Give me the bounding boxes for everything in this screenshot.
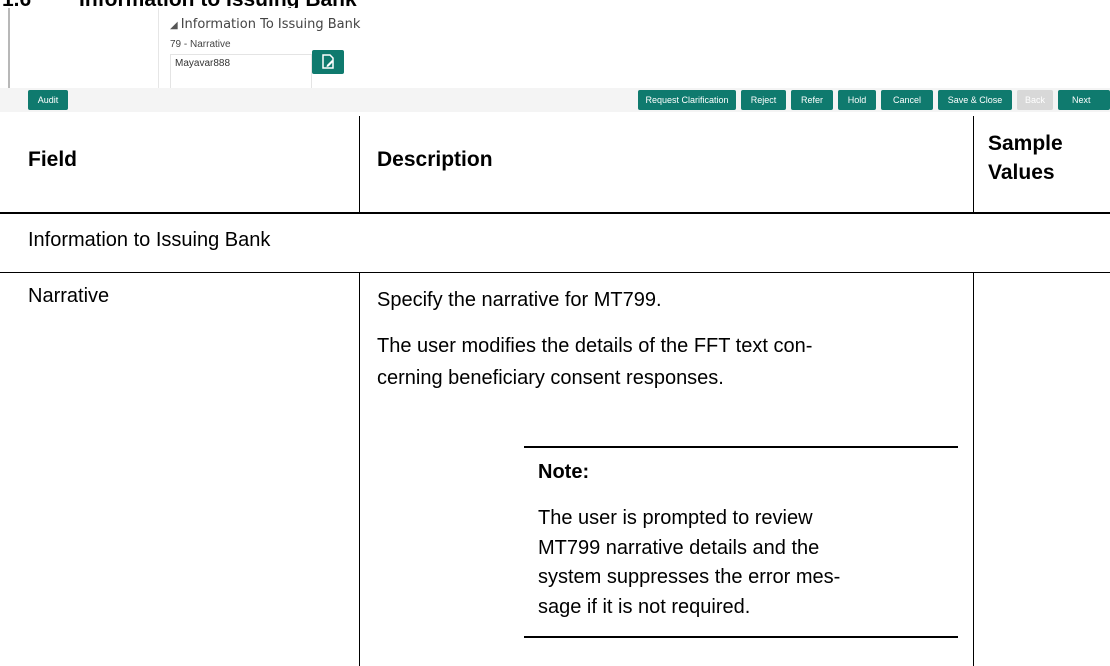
table-divider xyxy=(973,116,974,212)
section-row-label: Information to Issuing Bank xyxy=(28,229,271,251)
note-line: The user is prompted to review xyxy=(538,507,813,529)
note-title: Note: xyxy=(538,461,590,483)
note-top-rule xyxy=(524,446,958,448)
save-close-button[interactable]: Save & Close xyxy=(938,90,1012,110)
refer-button[interactable]: Refer xyxy=(791,90,833,110)
note-bottom-rule xyxy=(524,636,958,638)
description-line: cerning beneficiary consent responses. xyxy=(377,367,724,389)
panel-section-title[interactable]: ◢ Information To Issuing Bank xyxy=(170,17,360,32)
back-button: Back xyxy=(1017,90,1053,110)
hold-button[interactable]: Hold xyxy=(838,90,876,110)
header-sample-values-line1: Sample xyxy=(988,132,1063,155)
audit-button[interactable]: Audit xyxy=(28,90,68,110)
header-description: Description xyxy=(377,148,493,171)
row-field-narrative: Narrative xyxy=(28,285,110,307)
note-line: MT799 narrative details and the xyxy=(538,537,820,559)
app-screenshot: ◢ Information To Issuing Bank 79 - Narrat… xyxy=(0,8,1110,112)
header-field: Field xyxy=(28,148,78,171)
edit-narrative-button[interactable] xyxy=(312,50,344,74)
description-line: The user modifies the details of the FFT… xyxy=(377,335,813,357)
request-clarification-button[interactable]: Request Clarification xyxy=(638,90,736,110)
edit-document-icon xyxy=(322,54,334,69)
header-sample-values-line2: Values xyxy=(988,161,1055,184)
panel-divider xyxy=(8,8,10,88)
next-button[interactable]: Next xyxy=(1058,90,1110,110)
collapse-triangle-icon[interactable]: ◢ xyxy=(170,20,178,31)
table-divider xyxy=(973,273,974,666)
panel-divider-light xyxy=(158,8,159,98)
narrative-field-label: 79 - Narrative xyxy=(170,39,231,50)
cancel-button[interactable]: Cancel xyxy=(881,90,933,110)
note-line: system suppresses the error mes- xyxy=(538,566,841,588)
section-row-rule xyxy=(0,272,1110,273)
reject-button[interactable]: Reject xyxy=(741,90,786,110)
narrative-field-value: Mayavar888 xyxy=(175,58,231,69)
note-line: sage if it is not required. xyxy=(538,596,751,618)
table-divider xyxy=(359,273,360,666)
table-divider xyxy=(359,116,360,212)
description-line: Specify the narrative for MT799. xyxy=(377,289,662,311)
header-rule xyxy=(0,212,1110,214)
